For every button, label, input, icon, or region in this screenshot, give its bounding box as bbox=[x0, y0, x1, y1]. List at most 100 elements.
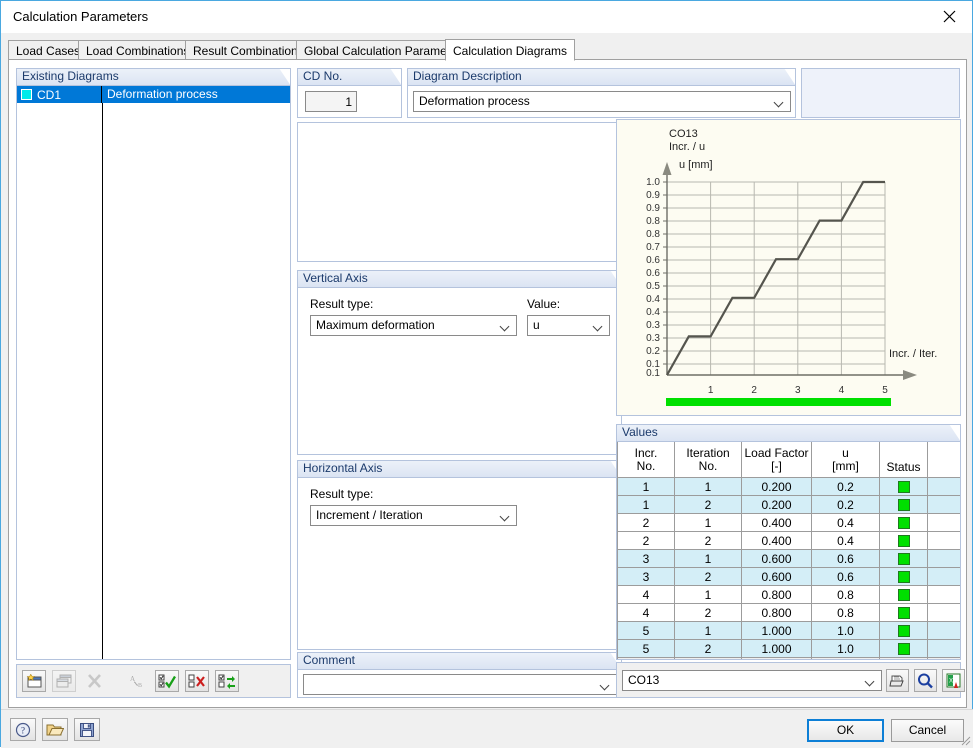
result-combo[interactable]: CO13 bbox=[622, 670, 882, 691]
deselect-all-button[interactable] bbox=[185, 670, 209, 692]
save-button[interactable] bbox=[74, 718, 100, 741]
tab-calculation-diagrams[interactable]: Calculation Diagrams bbox=[445, 39, 576, 61]
ok-button[interactable]: OK bbox=[807, 719, 884, 742]
invert-selection-button[interactable] bbox=[215, 670, 239, 692]
svg-text:0.5: 0.5 bbox=[646, 281, 660, 292]
comment-combo[interactable] bbox=[303, 674, 617, 695]
svg-text:0.8: 0.8 bbox=[646, 216, 660, 227]
values-table: Incr. No. Iteration No. Load Factor [-] bbox=[617, 442, 960, 659]
cell-spacer bbox=[927, 567, 960, 586]
cell-u: 0.2 bbox=[811, 477, 880, 496]
cell-iter: 2 bbox=[674, 603, 742, 622]
table-row[interactable]: 5 1 1.000 1.0 bbox=[617, 621, 960, 640]
table-row[interactable]: 2 2 0.400 0.4 bbox=[617, 531, 960, 550]
values-table-wrap[interactable]: Incr. No. Iteration No. Load Factor [-] bbox=[616, 441, 961, 660]
existing-diagrams-list[interactable]: CD1 Deformation process bbox=[16, 85, 291, 660]
svg-text:4: 4 bbox=[839, 385, 845, 396]
values-title: Values bbox=[616, 424, 961, 441]
vertical-value-combo[interactable]: u bbox=[527, 315, 610, 336]
print-button[interactable] bbox=[886, 669, 909, 692]
cell-spacer bbox=[927, 513, 960, 532]
svg-text:2: 2 bbox=[751, 385, 757, 396]
cell-load-factor: 0.800 bbox=[741, 603, 812, 622]
horizontal-axis-group: Horizontal Axis Result type: Increment /… bbox=[297, 460, 622, 650]
cancel-button[interactable]: Cancel bbox=[891, 719, 964, 742]
cell-spacer bbox=[927, 495, 960, 514]
copy-diagram-button bbox=[52, 670, 76, 692]
checkboxes-x-icon bbox=[188, 674, 205, 687]
cell-u: 1.0 bbox=[811, 639, 880, 658]
horizontal-result-type-value: Increment / Iteration bbox=[316, 508, 423, 522]
col-spacer bbox=[927, 442, 960, 478]
diagram-id-cell: CD1 bbox=[17, 86, 102, 103]
open-button[interactable] bbox=[42, 718, 68, 741]
cd-no-input[interactable] bbox=[305, 91, 357, 112]
svg-text:1.0: 1.0 bbox=[646, 177, 660, 188]
folder-open-icon bbox=[46, 724, 64, 736]
table-row[interactable]: 1 2 0.200 0.2 bbox=[617, 495, 960, 514]
close-icon[interactable] bbox=[927, 1, 972, 32]
svg-text:0.1: 0.1 bbox=[646, 368, 660, 379]
diagram-description-combo[interactable]: Deformation process bbox=[413, 91, 791, 112]
cell-incr: 2 bbox=[617, 513, 675, 532]
table-row[interactable]: 3 2 0.600 0.6 bbox=[617, 567, 960, 586]
vertical-result-type-value: Maximum deformation bbox=[316, 318, 435, 332]
cell-blank bbox=[741, 657, 812, 659]
cell-status bbox=[879, 603, 928, 622]
help-button[interactable]: ? bbox=[10, 718, 36, 741]
cell-incr: 1 bbox=[617, 477, 675, 496]
svg-text:B: B bbox=[138, 683, 142, 689]
values-table-body: 1 1 0.200 0.2 1 2 0.200 0.2 2 1 0.400 0.… bbox=[617, 477, 960, 659]
cell-incr: 5 bbox=[617, 639, 675, 658]
svg-text:0.3: 0.3 bbox=[646, 320, 660, 331]
excel-export-icon: X bbox=[946, 673, 961, 688]
table-row[interactable]: 4 2 0.800 0.8 bbox=[617, 603, 960, 622]
rename-button: A B bbox=[125, 670, 149, 692]
table-row[interactable]: 3 1 0.600 0.6 bbox=[617, 549, 960, 568]
export-excel-button[interactable]: X bbox=[942, 669, 965, 692]
cell-load-factor: 0.600 bbox=[741, 549, 812, 568]
printer-icon bbox=[889, 675, 904, 687]
help-question-icon: ? bbox=[15, 722, 30, 737]
svg-text:0.9: 0.9 bbox=[646, 190, 660, 201]
cell-incr: 3 bbox=[617, 567, 675, 586]
chevron-down-icon bbox=[501, 316, 510, 335]
existing-diagrams-group: Existing Diagrams CD1 Deformation proces… bbox=[16, 68, 291, 660]
cell-load-factor: 0.400 bbox=[741, 513, 812, 532]
vertical-result-type-combo[interactable]: Maximum deformation bbox=[310, 315, 517, 336]
magnifier-icon bbox=[918, 673, 933, 688]
resize-grip[interactable] bbox=[959, 734, 971, 746]
status-ok-icon bbox=[897, 624, 910, 637]
cell-status bbox=[879, 477, 928, 496]
cell-u: 1.0 bbox=[811, 621, 880, 640]
list-item[interactable]: CD1 Deformation process bbox=[17, 86, 290, 103]
tab-result-combinations[interactable]: Result Combinations bbox=[185, 40, 312, 60]
diagram-description-body: Deformation process bbox=[407, 85, 796, 118]
cell-incr: 1 bbox=[617, 495, 675, 514]
title-bar: Calculation Parameters bbox=[1, 1, 972, 33]
cell-blank bbox=[879, 657, 928, 659]
checkboxes-check-icon bbox=[158, 674, 176, 689]
table-row[interactable]: 5 2 1.000 1.0 bbox=[617, 639, 960, 658]
vertical-axis-title: Vertical Axis bbox=[297, 270, 622, 287]
window-title: Calculation Parameters bbox=[13, 9, 149, 24]
cd-no-group: CD No. bbox=[297, 68, 402, 118]
color-swatch-icon bbox=[21, 89, 32, 100]
svg-text:?: ? bbox=[21, 725, 25, 735]
new-diagram-button[interactable] bbox=[22, 670, 46, 692]
cell-iter: 1 bbox=[674, 549, 742, 568]
table-row[interactable]: 4 1 0.800 0.8 bbox=[617, 585, 960, 604]
cell-incr: 5 bbox=[617, 621, 675, 640]
chevron-down-icon bbox=[866, 671, 875, 690]
table-row[interactable]: 1 1 0.200 0.2 bbox=[617, 477, 960, 496]
horizontal-result-type-combo[interactable]: Increment / Iteration bbox=[310, 505, 517, 526]
table-row[interactable]: 2 1 0.400 0.4 bbox=[617, 513, 960, 532]
col-status: Status bbox=[879, 442, 928, 478]
chevron-down-icon bbox=[601, 675, 610, 694]
cell-iter: 1 bbox=[674, 477, 742, 496]
tab-load-cases[interactable]: Load Cases bbox=[8, 40, 89, 60]
tab-load-combinations[interactable]: Load Combinations bbox=[78, 40, 198, 60]
select-all-button[interactable] bbox=[155, 670, 179, 692]
cell-iter: 2 bbox=[674, 531, 742, 550]
zoom-button[interactable] bbox=[914, 669, 937, 692]
